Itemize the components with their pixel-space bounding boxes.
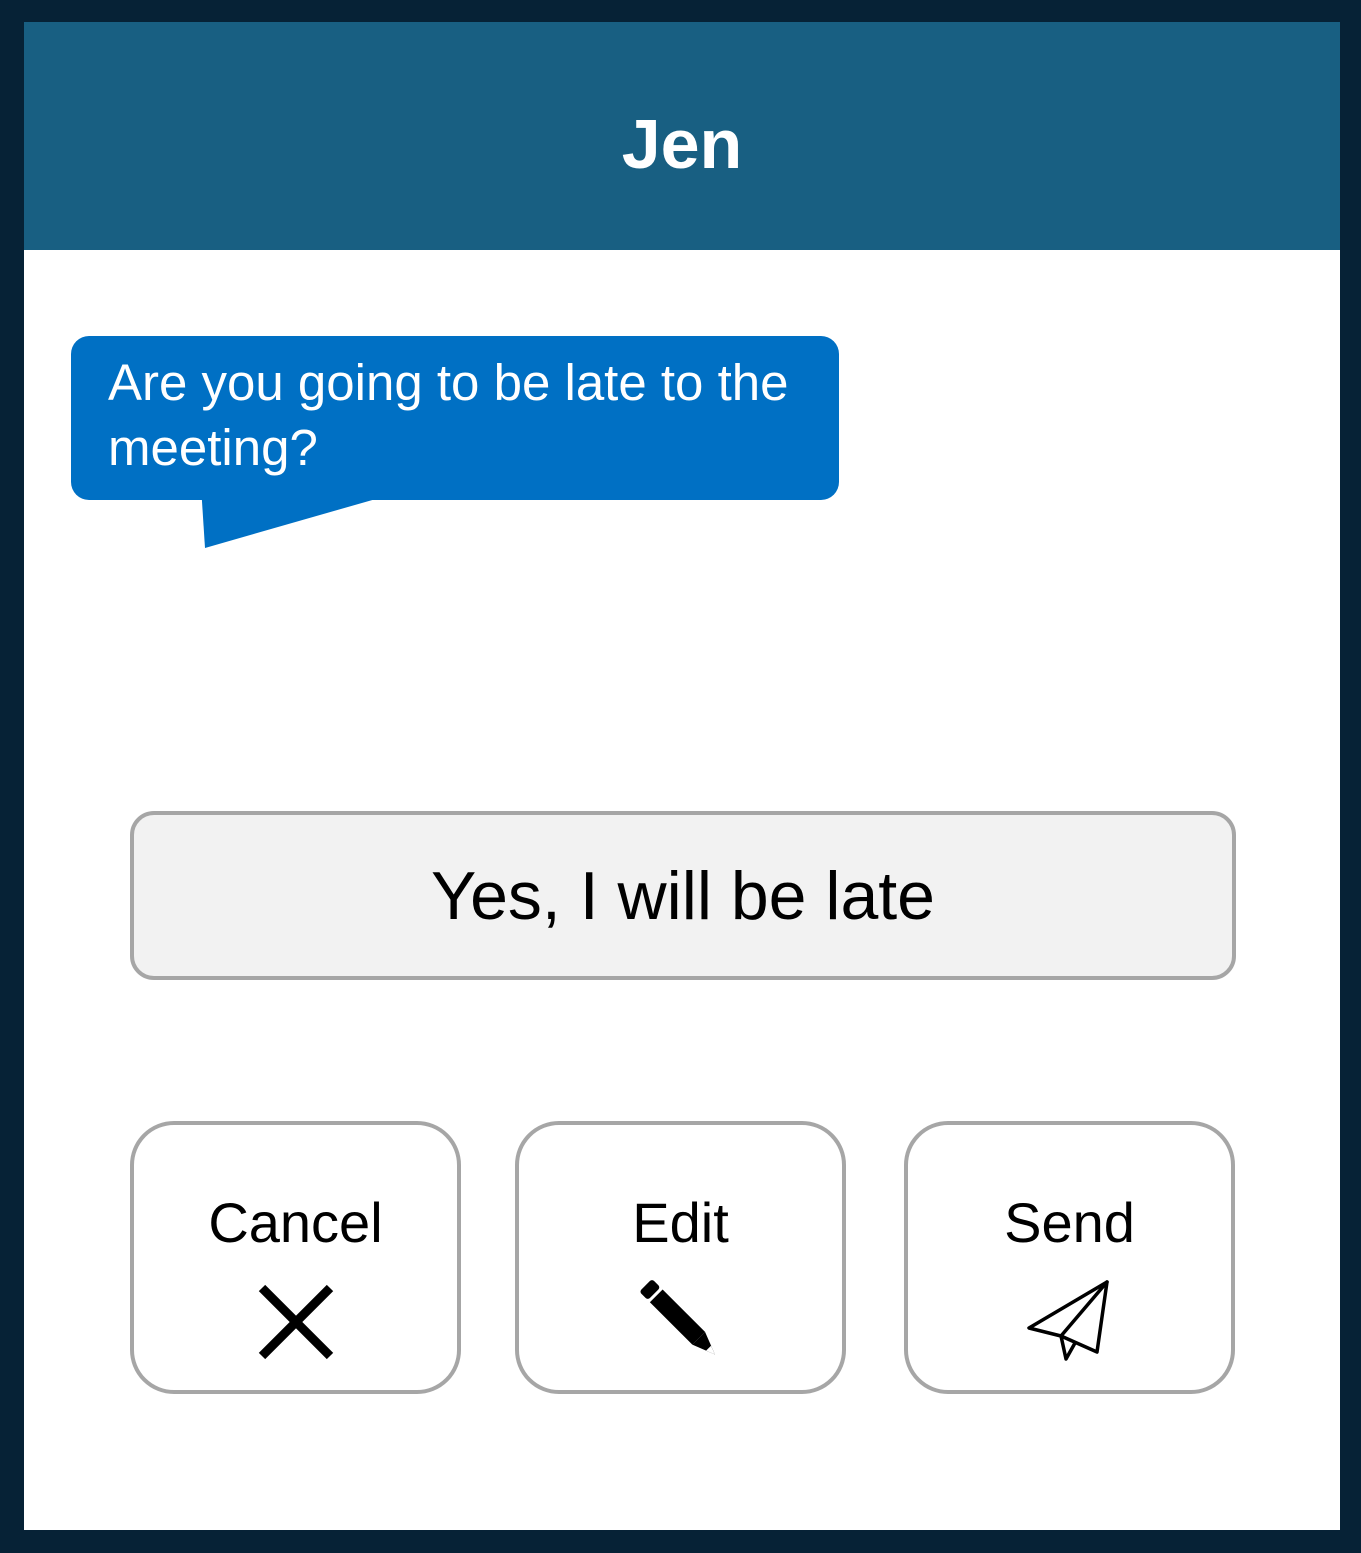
device-frame: Jen Are you going to be late to the meet… bbox=[0, 0, 1361, 1553]
cancel-button[interactable]: Cancel bbox=[130, 1121, 461, 1394]
edit-label: Edit bbox=[632, 1191, 729, 1254]
cancel-label: Cancel bbox=[208, 1191, 383, 1254]
pencil-icon bbox=[640, 1280, 715, 1355]
contact-name: Jen bbox=[621, 105, 743, 183]
suggested-reply[interactable]: Yes, I will be late bbox=[130, 811, 1236, 980]
chat-header: Jen bbox=[24, 22, 1340, 250]
message-bubble: Are you going to be late to the meeting? bbox=[71, 336, 839, 500]
chat-screen: Jen Are you going to be late to the meet… bbox=[24, 22, 1340, 1530]
close-icon bbox=[258, 1284, 333, 1360]
edit-button[interactable]: Edit bbox=[515, 1121, 846, 1394]
send-label: Send bbox=[1004, 1191, 1135, 1254]
incoming-message: Are you going to be late to the meeting? bbox=[71, 336, 839, 548]
send-button[interactable]: Send bbox=[904, 1121, 1235, 1394]
paper-plane-icon bbox=[1026, 1280, 1109, 1361]
